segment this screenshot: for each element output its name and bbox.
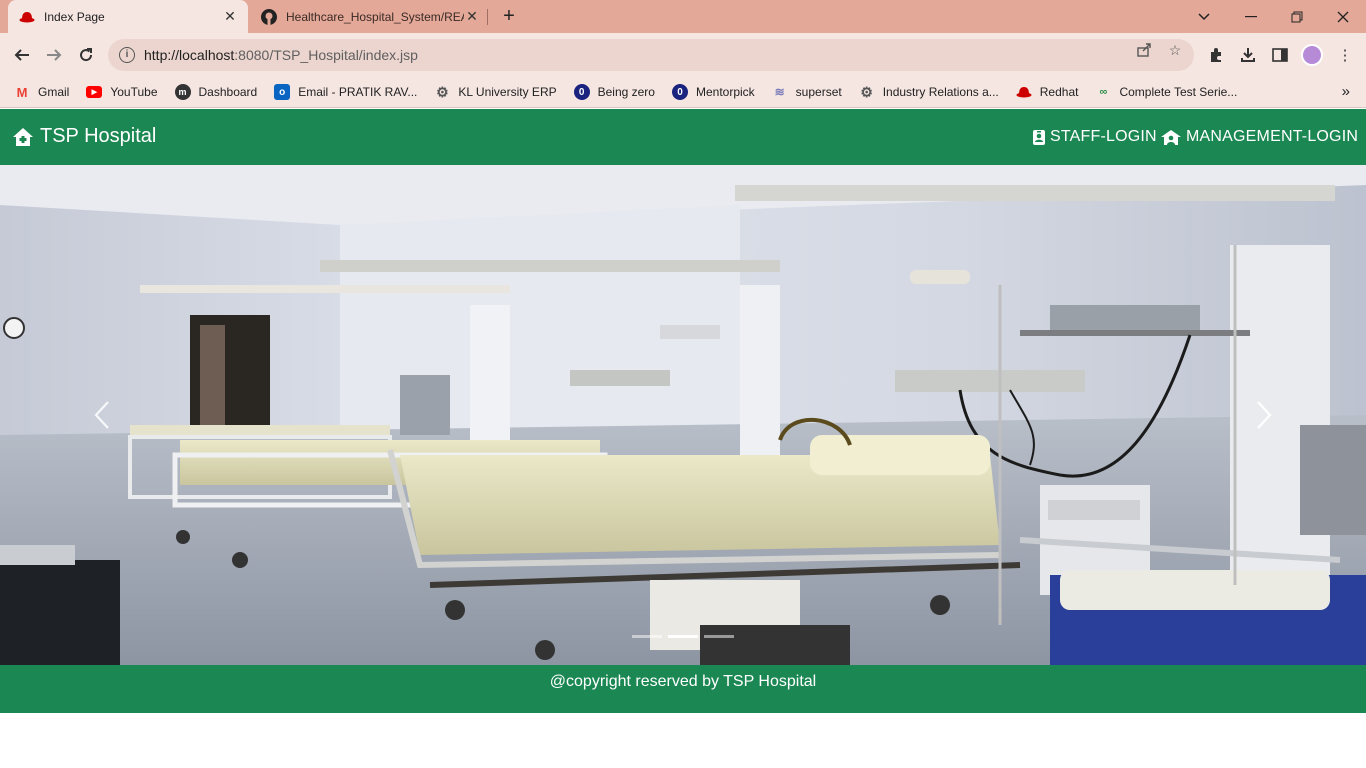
side-panel-icon[interactable]	[1270, 45, 1290, 65]
carousel-indicator-2[interactable]	[668, 635, 698, 638]
bookmark-label: Industry Relations a...	[882, 85, 999, 99]
bookmark-youtube[interactable]: ▶ YouTube	[86, 85, 158, 99]
management-login-link[interactable]: MANAGEMENT-LOGIN	[1160, 128, 1358, 146]
bookmark-label: Mentorpick	[695, 85, 755, 99]
menu-kebab-icon[interactable]: ⋮	[1335, 45, 1355, 65]
bookmark-label: Dashboard	[198, 85, 258, 99]
site-footer: @copyright reserved by TSP Hospital	[0, 665, 1366, 713]
gear-icon: ⚙	[436, 83, 449, 100]
tab-strip: Index Page ✕ Healthcare_Hospital_System/…	[0, 0, 1366, 33]
navbar-brand[interactable]: TSP Hospital	[12, 125, 156, 148]
profile-avatar[interactable]	[1301, 44, 1323, 66]
github-icon	[260, 8, 278, 26]
download-icon[interactable]	[1238, 45, 1258, 65]
bookmark-kl-erp[interactable]: ⚙ KL University ERP	[434, 83, 557, 100]
minimize-icon[interactable]	[1228, 0, 1274, 33]
bookmark-superset[interactable]: ≋ superset	[772, 84, 842, 100]
bookmark-redhat[interactable]: Redhat	[1016, 84, 1079, 100]
hospital-ward-photo	[0, 165, 1366, 665]
bookmark-star-icon[interactable]: ☆	[1166, 41, 1184, 59]
close-tab-icon[interactable]: ✕	[222, 8, 238, 25]
gmail-icon: M	[16, 84, 28, 100]
address-bar[interactable]: i http://localhost:8080/TSP_Hospital/ind…	[108, 39, 1194, 71]
bookmark-label: Redhat	[1039, 85, 1079, 99]
carousel-indicator-3[interactable]	[704, 635, 734, 638]
hero-carousel	[0, 165, 1366, 665]
back-icon[interactable]	[8, 41, 36, 69]
reload-icon[interactable]	[72, 41, 100, 69]
tab-divider	[487, 9, 488, 25]
bookmark-gmail[interactable]: M Gmail	[14, 84, 70, 100]
bookmark-label: Gmail	[38, 85, 70, 99]
redhat-icon	[18, 8, 36, 26]
bookmark-email[interactable]: o Email - PRATIK RAV...	[274, 84, 417, 100]
bookmark-being-zero[interactable]: 0 Being zero	[573, 84, 655, 100]
close-tab-icon[interactable]: ✕	[464, 8, 480, 25]
management-login-label: MANAGEMENT-LOGIN	[1186, 128, 1359, 145]
carousel-indicators	[632, 635, 734, 638]
bookmark-dashboard[interactable]: m Dashboard	[174, 84, 258, 100]
bookmarks-bar: M Gmail ▶ YouTube m Dashboard o Email - …	[0, 77, 1366, 108]
tab-title: Index Page	[44, 9, 105, 24]
carousel-indicator-1[interactable]	[632, 635, 662, 638]
new-tab-icon[interactable]: +	[498, 5, 520, 27]
close-window-icon[interactable]	[1320, 0, 1366, 33]
url-host: http://localhost	[144, 47, 235, 63]
dashboard-icon: m	[174, 84, 191, 100]
hospital-user-icon	[1161, 129, 1181, 145]
tab-title: Healthcare_Hospital_System/REA	[286, 9, 464, 24]
copyright-text: @copyright reserved by TSP Hospital	[549, 673, 817, 690]
forward-icon[interactable]	[40, 41, 68, 69]
share-icon[interactable]	[1135, 41, 1153, 59]
staff-login-label: STAFF-LOGIN	[1050, 128, 1157, 145]
tab-github[interactable]: Healthcare_Hospital_System/REA ✕	[250, 0, 490, 33]
gear-icon: ⚙	[860, 83, 873, 100]
bookmark-label: Complete Test Serie...	[1119, 85, 1238, 99]
site-info-icon[interactable]: i	[119, 47, 135, 63]
youtube-icon: ▶	[86, 86, 103, 98]
tab-search-icon[interactable]	[1181, 0, 1227, 33]
restore-icon[interactable]	[1274, 0, 1320, 33]
id-badge-icon	[1033, 129, 1045, 145]
extensions-icon[interactable]	[1206, 45, 1226, 65]
carousel-next-button[interactable]	[1244, 395, 1284, 435]
bookmark-label: Email - PRATIK RAV...	[298, 85, 418, 99]
bookmark-mentorpick[interactable]: 0 Mentorpick	[671, 84, 755, 100]
superset-icon: ≋	[774, 85, 785, 99]
outlook-icon: o	[274, 84, 291, 100]
bookmark-label: Being zero	[597, 85, 655, 99]
bookmark-industry-relations[interactable]: ⚙ Industry Relations a...	[859, 83, 999, 100]
bookmark-label: YouTube	[110, 85, 158, 99]
site-navbar: TSP Hospital STAFF-LOGIN MANAGEMENT-LOGI…	[0, 109, 1366, 165]
chevron-left-icon	[94, 401, 109, 429]
more-bookmarks-icon[interactable]: »	[1342, 83, 1350, 100]
brand-label: TSP Hospital	[40, 125, 157, 147]
browser-toolbar: i http://localhost:8080/TSP_Hospital/ind…	[0, 33, 1366, 77]
home-medical-icon	[13, 127, 33, 146]
bookmark-label: superset	[795, 85, 842, 99]
bookmark-test-series[interactable]: ∞ Complete Test Serie...	[1095, 84, 1238, 100]
bookmark-label: KL University ERP	[458, 85, 557, 99]
tab-index-page[interactable]: Index Page ✕	[8, 0, 248, 33]
staff-login-link[interactable]: STAFF-LOGIN	[1032, 128, 1157, 146]
being-zero-icon: 0	[573, 84, 590, 100]
mentorpick-icon: 0	[671, 84, 688, 100]
carousel-prev-button[interactable]	[82, 395, 122, 435]
chevron-right-icon	[1257, 401, 1272, 429]
url-path: :8080/TSP_Hospital/index.jsp	[234, 47, 418, 63]
gfg-icon: ∞	[1099, 86, 1108, 98]
redhat-icon	[1016, 84, 1032, 100]
